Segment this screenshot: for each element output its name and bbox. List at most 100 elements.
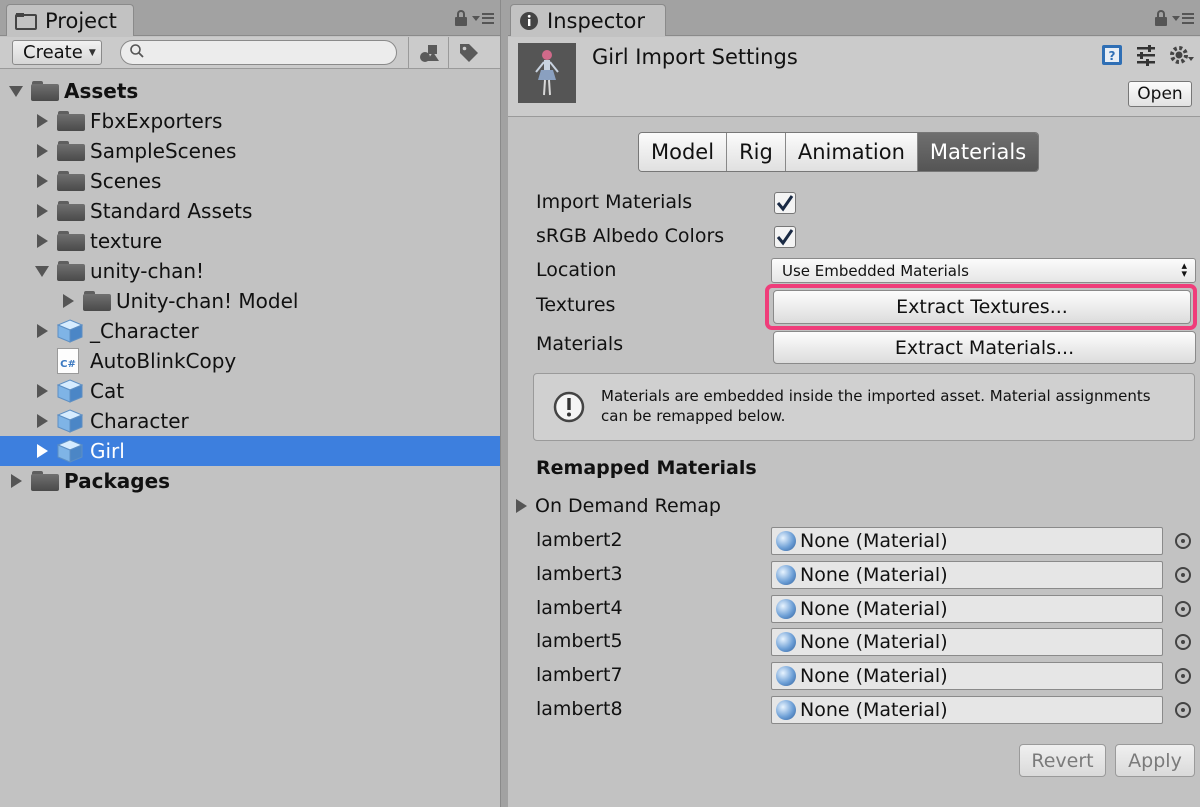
panel-splitter[interactable] xyxy=(500,0,508,807)
tree-item-label: SampleScenes xyxy=(90,139,237,163)
search-field[interactable] xyxy=(120,40,397,65)
foldout-closed-icon[interactable] xyxy=(9,473,23,489)
object-picker-icon[interactable] xyxy=(1175,601,1191,617)
svg-text:?: ? xyxy=(1109,49,1116,63)
foldout-closed-icon[interactable] xyxy=(35,413,49,429)
tree-item[interactable]: FbxExporters xyxy=(0,106,500,136)
location-value: Use Embedded Materials xyxy=(782,261,969,280)
foldout-closed-icon[interactable] xyxy=(35,113,49,129)
import-materials-checkbox[interactable] xyxy=(774,192,796,214)
model-cube-icon xyxy=(57,379,83,403)
panel-menu-icon[interactable] xyxy=(1172,12,1194,24)
foldout-closed-icon[interactable] xyxy=(35,203,49,219)
tab-rig[interactable]: Rig xyxy=(727,133,786,171)
foldout-open-icon[interactable] xyxy=(35,263,49,279)
tree-item[interactable]: texture xyxy=(0,226,500,256)
tree-item[interactable]: SampleScenes xyxy=(0,136,500,166)
srgb-albedo-checkbox[interactable] xyxy=(774,226,796,248)
panel-menu-icon[interactable] xyxy=(472,12,494,24)
material-sphere-icon xyxy=(776,531,796,551)
tree-item-label: Unity-chan! Model xyxy=(116,289,299,313)
inspector-tabstrip: Inspector xyxy=(508,0,1200,36)
on-demand-remap-label: On Demand Remap xyxy=(535,495,721,517)
foldout-closed-icon[interactable] xyxy=(35,143,49,159)
object-picker-icon[interactable] xyxy=(1175,634,1191,650)
tab-materials[interactable]: Materials xyxy=(917,133,1039,171)
help-book-icon[interactable]: ? xyxy=(1100,43,1124,71)
foldout-closed-icon[interactable] xyxy=(35,323,49,339)
help-text: Materials are embedded inside the import… xyxy=(601,387,1151,425)
foldout-closed-icon[interactable] xyxy=(61,293,75,309)
preset-sliders-icon[interactable] xyxy=(1134,43,1158,71)
remap-material-name: lambert3 xyxy=(536,563,623,585)
tree-item[interactable]: Scenes xyxy=(0,166,500,196)
remap-material-name: lambert7 xyxy=(536,664,623,686)
info-icon xyxy=(519,11,539,31)
tree-item[interactable]: C# AutoBlinkCopy xyxy=(0,346,500,376)
location-dropdown[interactable]: Use Embedded Materials ▴ ▾ xyxy=(771,258,1196,283)
model-cube-icon xyxy=(57,319,83,343)
tab-animation[interactable]: Animation xyxy=(785,133,918,171)
extract-materials-button[interactable]: Extract Materials... xyxy=(773,331,1196,364)
search-by-type-icon[interactable] xyxy=(408,37,448,69)
material-object-field[interactable]: None (Material) xyxy=(771,662,1163,690)
on-demand-remap-foldout[interactable]: On Demand Remap xyxy=(516,495,721,517)
tree-item[interactable]: Girl xyxy=(0,436,500,466)
tree-item[interactable]: Unity-chan! Model xyxy=(0,286,500,316)
folder-icon xyxy=(31,81,59,101)
header-icons: ? xyxy=(1100,43,1194,71)
textures-label: Textures xyxy=(536,294,616,316)
apply-button[interactable]: Apply xyxy=(1115,744,1195,777)
tree-item[interactable]: Assets xyxy=(0,76,500,106)
material-object-field[interactable]: None (Material) xyxy=(771,561,1163,589)
tab-inspector-label: Inspector xyxy=(547,8,645,33)
tree-item-label: Standard Assets xyxy=(90,199,253,223)
model-preview-thumbnail xyxy=(518,43,576,103)
tree-item-label: Packages xyxy=(64,469,171,493)
tab-inspector[interactable]: Inspector xyxy=(510,4,666,36)
folder-icon xyxy=(57,201,85,221)
foldout-arrow-icon xyxy=(516,499,527,513)
material-object-field[interactable]: None (Material) xyxy=(771,696,1163,724)
search-input[interactable] xyxy=(149,44,396,61)
object-picker-icon[interactable] xyxy=(1175,702,1191,718)
object-picker-icon[interactable] xyxy=(1175,533,1191,549)
import-materials-label: Import Materials xyxy=(536,191,693,213)
tree-item[interactable]: Packages xyxy=(0,466,500,496)
foldout-closed-icon[interactable] xyxy=(35,173,49,189)
revert-button[interactable]: Revert xyxy=(1019,744,1106,777)
foldout-closed-icon[interactable] xyxy=(35,443,49,459)
material-object-field[interactable]: None (Material) xyxy=(771,527,1163,555)
material-object-field[interactable]: None (Material) xyxy=(771,595,1163,623)
lock-icon[interactable] xyxy=(1154,10,1168,26)
project-toolbar: Create ▼ xyxy=(0,37,500,69)
csharp-script-icon: C# xyxy=(57,348,79,374)
tab-project[interactable]: Project xyxy=(6,4,134,36)
tab-model[interactable]: Model xyxy=(639,133,728,171)
material-object-field[interactable]: None (Material) xyxy=(771,628,1163,656)
material-field-value: None (Material) xyxy=(800,564,948,586)
search-by-label-icon[interactable] xyxy=(448,37,488,69)
tree-item[interactable]: Cat xyxy=(0,376,500,406)
create-button[interactable]: Create ▼ xyxy=(12,40,102,65)
tree-item-label: Cat xyxy=(90,379,125,403)
tree-item[interactable]: unity-chan! xyxy=(0,256,500,286)
foldout-closed-icon[interactable] xyxy=(35,233,49,249)
project-panel: Project Create ▼ Assets FbxExporters Sam… xyxy=(0,0,500,807)
object-picker-icon[interactable] xyxy=(1175,567,1191,583)
inspector-tab-controls xyxy=(1154,10,1194,26)
object-picker-icon[interactable] xyxy=(1175,668,1191,684)
lock-icon[interactable] xyxy=(454,10,468,26)
folder-icon xyxy=(57,231,85,251)
tree-item[interactable]: Standard Assets xyxy=(0,196,500,226)
search-icon xyxy=(129,43,145,63)
open-button[interactable]: Open xyxy=(1128,81,1192,107)
tree-item-label: Character xyxy=(90,409,189,433)
gear-icon[interactable] xyxy=(1168,43,1194,71)
foldout-closed-icon[interactable] xyxy=(35,383,49,399)
tree-item[interactable]: Character xyxy=(0,406,500,436)
foldout-open-icon[interactable] xyxy=(9,83,23,99)
tree-item[interactable]: _Character xyxy=(0,316,500,346)
tree-item-label: _Character xyxy=(90,319,199,343)
inspector-header: Girl Import Settings ? Open xyxy=(508,37,1200,117)
